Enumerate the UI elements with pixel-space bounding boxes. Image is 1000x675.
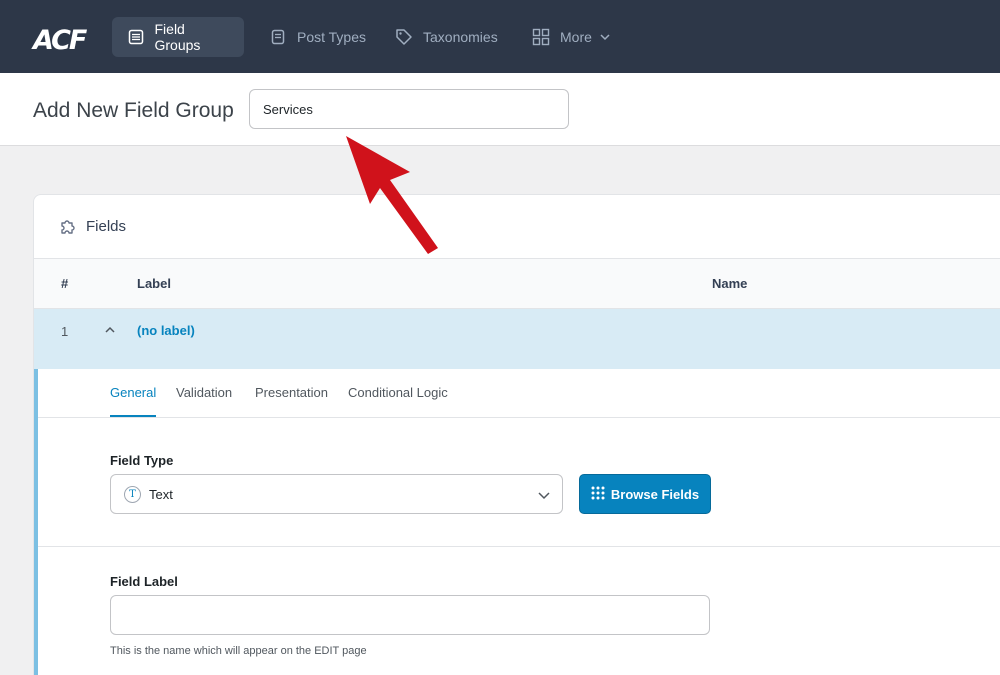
tab-general[interactable]: General — [110, 385, 157, 417]
nav-post-types[interactable]: Post Types — [253, 17, 382, 57]
tab-conditional-logic[interactable]: Conditional Logic — [348, 385, 448, 400]
settings-tabs: General Validation Presentation Conditio… — [38, 369, 1000, 418]
page-title: Add New Field Group — [33, 99, 234, 122]
column-name: Name — [712, 276, 748, 291]
field-type-value: Text — [149, 487, 173, 502]
divider — [38, 546, 1000, 547]
nav-label: More — [560, 29, 592, 45]
top-nav: ACF Field Groups Post Types Taxonomies M… — [0, 0, 1000, 73]
tab-presentation[interactable]: Presentation — [255, 385, 328, 400]
nav-more[interactable]: More — [516, 17, 626, 57]
field-number: 1 — [61, 324, 69, 339]
chevron-up-icon[interactable] — [104, 323, 116, 341]
field-settings: General Validation Presentation Conditio… — [34, 369, 1000, 675]
nav-field-groups[interactable]: Field Groups — [112, 17, 244, 57]
browse-fields-label: Browse Fields — [610, 486, 700, 502]
field-type-label: Field Type — [110, 453, 174, 468]
dots-grid-icon — [591, 486, 605, 503]
field-label-link[interactable]: (no label) — [137, 323, 195, 338]
chevron-down-icon — [538, 488, 550, 506]
panel-title: Fields — [86, 218, 127, 235]
page-header: Add New Field Group — [0, 73, 1000, 146]
field-label-hint: This is the name which will appear on th… — [110, 645, 367, 657]
nav-label: Post Types — [297, 29, 367, 45]
chevron-down-icon — [600, 33, 610, 41]
column-headers: # Label Name — [34, 259, 1000, 309]
field-label-label: Field Label — [110, 574, 178, 589]
fields-panel: Fields # Label Name 1 (no label) General… — [33, 194, 1000, 675]
panel-header: Fields — [34, 195, 1000, 259]
column-label: Label — [137, 276, 171, 291]
acf-logo[interactable]: ACF — [33, 25, 87, 56]
document-icon — [269, 28, 287, 46]
browse-fields-button[interactable]: Browse Fields — [579, 474, 711, 514]
field-label-input[interactable] — [110, 595, 710, 635]
nav-label: Taxonomies — [423, 29, 498, 45]
field-type-select[interactable]: T Text — [110, 474, 563, 514]
red-arrow-annotation — [346, 136, 438, 254]
puzzle-icon — [58, 217, 78, 242]
list-icon — [128, 28, 145, 46]
grid-icon — [532, 28, 550, 46]
field-row[interactable]: 1 (no label) — [34, 309, 1000, 369]
text-type-icon: T — [124, 486, 141, 503]
column-num: # — [61, 276, 69, 291]
tab-validation[interactable]: Validation — [176, 385, 232, 400]
nav-label: Field Groups — [154, 21, 201, 53]
field-group-title-input[interactable] — [249, 89, 569, 129]
nav-taxonomies[interactable]: Taxonomies — [379, 17, 514, 57]
tag-icon — [395, 28, 413, 46]
